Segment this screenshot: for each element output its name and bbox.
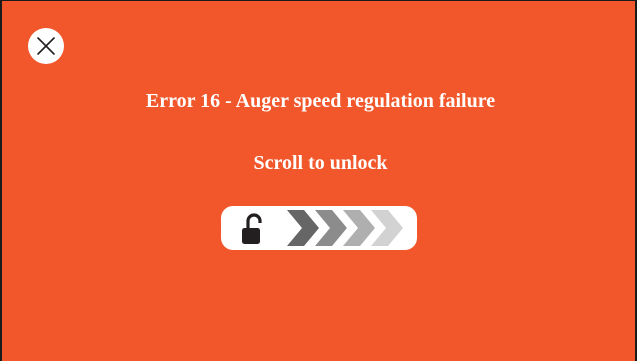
close-button[interactable] <box>28 28 64 64</box>
unlock-slider[interactable] <box>221 206 417 250</box>
chevron-right-icon <box>287 210 403 246</box>
error-screen: Error 16 - Auger speed regulation failur… <box>0 0 637 361</box>
error-title: Error 16 - Auger speed regulation failur… <box>145 90 496 112</box>
unlock-instruction: Scroll to unlock <box>253 152 388 174</box>
close-icon <box>37 37 55 55</box>
lock-open-icon <box>242 213 262 244</box>
